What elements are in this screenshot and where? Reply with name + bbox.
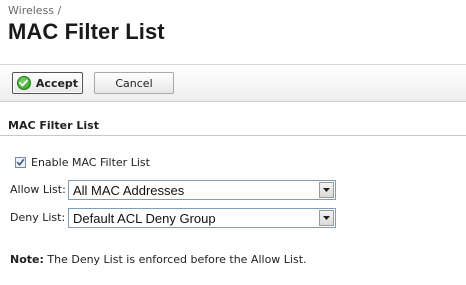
accept-label: Accept (35, 76, 79, 90)
page-title: MAC Filter List (8, 19, 165, 44)
checkmark-icon (16, 76, 31, 90)
deny-list-select[interactable]: Default ACL Deny Group (68, 208, 336, 228)
section-title: MAC Filter List (8, 119, 99, 132)
deny-list-value: Default ACL Deny Group (73, 210, 216, 226)
cancel-label: Cancel (115, 76, 153, 90)
deny-list-label: Deny List: (10, 211, 66, 224)
note-prefix: Note: (10, 253, 44, 266)
allow-list-label: Allow List: (10, 183, 66, 196)
dropdown-arrow-icon[interactable] (319, 182, 334, 198)
cancel-button[interactable]: Cancel (94, 72, 174, 94)
toolbar: Accept Cancel (0, 64, 466, 102)
enable-mac-filter-label: Enable MAC Filter List (31, 156, 150, 169)
checkbox-check-icon (16, 159, 25, 166)
dropdown-arrow-icon[interactable] (319, 210, 334, 226)
note: Note: The Deny List is enforced before t… (10, 253, 307, 266)
allow-list-select[interactable]: All MAC Addresses (68, 180, 336, 200)
enable-mac-filter-row: Enable MAC Filter List (15, 156, 150, 169)
breadcrumb[interactable]: Wireless / (8, 4, 61, 17)
section-divider (0, 135, 466, 136)
allow-list-value: All MAC Addresses (73, 182, 185, 198)
enable-mac-filter-checkbox[interactable] (15, 157, 26, 168)
accept-button[interactable]: Accept (12, 72, 83, 94)
note-text: The Deny List is enforced before the All… (43, 253, 307, 266)
